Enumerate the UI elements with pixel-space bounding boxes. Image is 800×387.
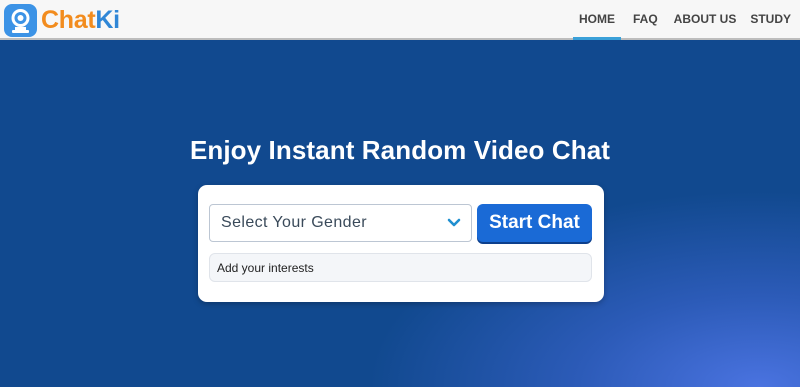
nav-about-us[interactable]: ABOUT US bbox=[668, 0, 743, 38]
nav-faq[interactable]: FAQ bbox=[627, 0, 664, 38]
hero-title: Enjoy Instant Random Video Chat bbox=[189, 135, 611, 165]
brand-name-chat: Chat bbox=[41, 6, 96, 34]
brand-name: ChatKi bbox=[41, 3, 120, 37]
chevron-down-icon bbox=[447, 218, 461, 227]
brand-name-ki: Ki bbox=[95, 6, 120, 34]
nav-home[interactable]: HOME bbox=[572, 0, 621, 40]
webcam-icon bbox=[4, 3, 37, 37]
gender-select-value: Select Your Gender bbox=[221, 214, 367, 231]
hero-section: Enjoy Instant Random Video Chat Select Y… bbox=[0, 40, 800, 387]
top-navbar: ChatKi HOME FAQ ABOUT US STUDY bbox=[0, 0, 800, 40]
start-chat-button[interactable]: Start Chat bbox=[477, 204, 592, 242]
nav-study[interactable]: STUDY bbox=[744, 0, 797, 38]
chat-start-card: Select Your Gender Start Chat bbox=[198, 185, 604, 302]
chatki-logo[interactable]: ChatKi bbox=[4, 3, 120, 37]
main-nav: HOME FAQ ABOUT US STUDY bbox=[572, 0, 800, 40]
gender-select[interactable]: Select Your Gender bbox=[209, 204, 472, 242]
interests-input[interactable] bbox=[209, 253, 592, 282]
